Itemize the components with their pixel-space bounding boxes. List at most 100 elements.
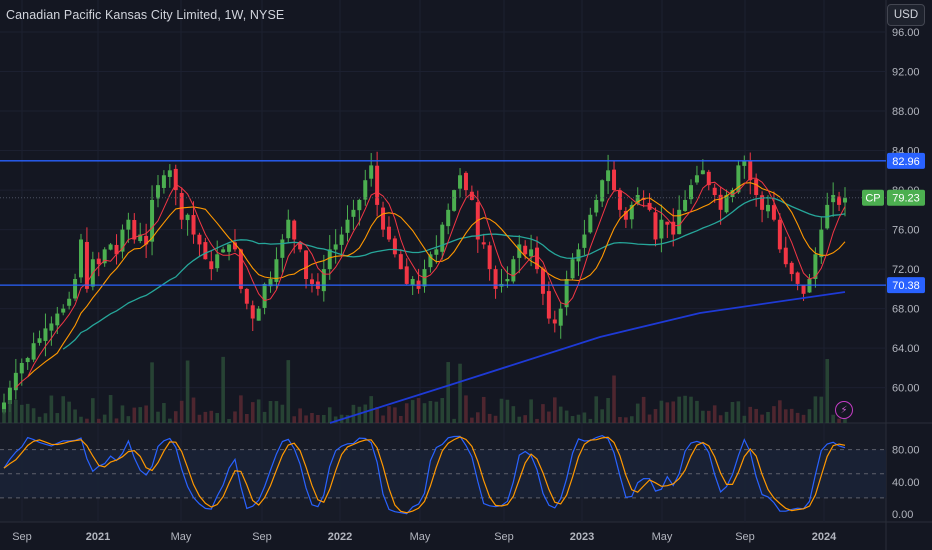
volume-bar [274,401,279,423]
candle-body [529,249,534,257]
time-axis-label: 2023 [570,531,594,543]
candle-body [209,261,214,270]
candle-body [576,249,581,262]
volume-bar [250,402,255,423]
candle-body [801,285,806,294]
volume-bar [404,403,409,423]
candle-body [327,249,332,270]
volume-bar [547,411,551,423]
volume-bar [168,418,172,423]
candle-body [37,338,42,343]
volume-bar [310,412,314,423]
price-tick-label: 64.00 [892,343,920,355]
candle-body [546,291,551,319]
price-chart[interactable]: 96.0092.0088.0084.0080.0076.0072.0068.00… [0,0,932,550]
candle-body [381,207,386,230]
candle-body [363,180,368,200]
candle-body [49,323,54,331]
symbol-title: Canadian Pacific Kansas City Limited, 1W… [6,8,285,22]
volume-bar [464,395,468,423]
candle-body [43,328,48,341]
candle-body [712,187,717,196]
volume-bar [754,408,758,423]
volume-bar [535,418,539,423]
volume-bar [221,356,225,423]
candle-body [612,169,617,191]
volume-bar [807,409,812,423]
candle [392,235,397,258]
currency-button[interactable]: USD [887,4,925,26]
time-axis-label: Sep [735,531,755,543]
volume-bar [351,404,356,423]
volume-bar [742,415,747,423]
volume-bar [783,409,788,423]
volume-bar [156,411,160,423]
volume-bar [647,414,652,423]
candle-body [286,219,291,239]
volume-bar [635,403,640,423]
volume-bar [8,400,12,423]
candle-body [606,170,611,182]
volume-bar [268,400,273,423]
price-tick-label: 96.00 [892,27,920,39]
candle-body [309,279,314,284]
volume-bar [606,398,610,423]
volume-bar [718,415,723,423]
volume-bar [215,413,220,423]
candle-body [446,209,451,227]
candle-body [570,259,575,279]
volume-bar [114,418,119,423]
volume-bar [2,409,6,423]
candle [452,189,457,212]
volume-bar [612,375,616,423]
volume-bar [14,399,18,423]
candle-body [617,190,622,210]
volume-bar [730,401,735,423]
volume-bar [73,409,77,423]
volume-bar [233,411,237,423]
volume-bar [399,416,403,423]
volume-bar [795,412,800,423]
volume-bar [96,418,101,423]
candle-body [250,305,255,319]
volume-bar [322,414,326,423]
candle-body [754,179,759,196]
candle-body [392,238,397,255]
volume-bar [683,395,687,423]
volume-bar [144,405,148,423]
candle-body [505,279,510,282]
time-axis-label: 2021 [86,531,110,543]
volume-bar [37,416,42,423]
resistance-label-group: 82.96 [887,152,925,169]
candle-body [540,268,545,294]
candle [78,233,83,283]
volume-bar [256,399,261,423]
volume-bar [529,399,533,423]
ticker-badge: CP [865,193,880,205]
volume-bar [541,404,545,423]
lightning-icon[interactable]: ⚡ [835,401,853,419]
volume-bar [564,410,569,423]
candle-body [244,288,249,304]
volume-bar [85,418,89,423]
volume-bar [209,410,214,423]
price-tick-label: 88.00 [892,106,920,118]
candle-body [155,185,160,199]
volume-bar [493,415,498,423]
candle [511,255,516,284]
volume-bar [558,406,563,423]
candle-body [262,283,267,308]
support-label-group: 70.38 [887,277,925,294]
candle-body [558,308,563,326]
price-tick-label: 72.00 [892,264,920,276]
volume-bar [108,395,113,423]
volume-bar [422,403,427,423]
candle-body [819,229,824,258]
price-tick-label: 76.00 [892,225,920,237]
volume-bar [724,411,729,423]
volume-bar [701,410,705,423]
volume-bar [387,406,391,423]
candle-body [694,175,699,183]
candle-body [748,160,753,181]
volume-bar [552,397,557,423]
